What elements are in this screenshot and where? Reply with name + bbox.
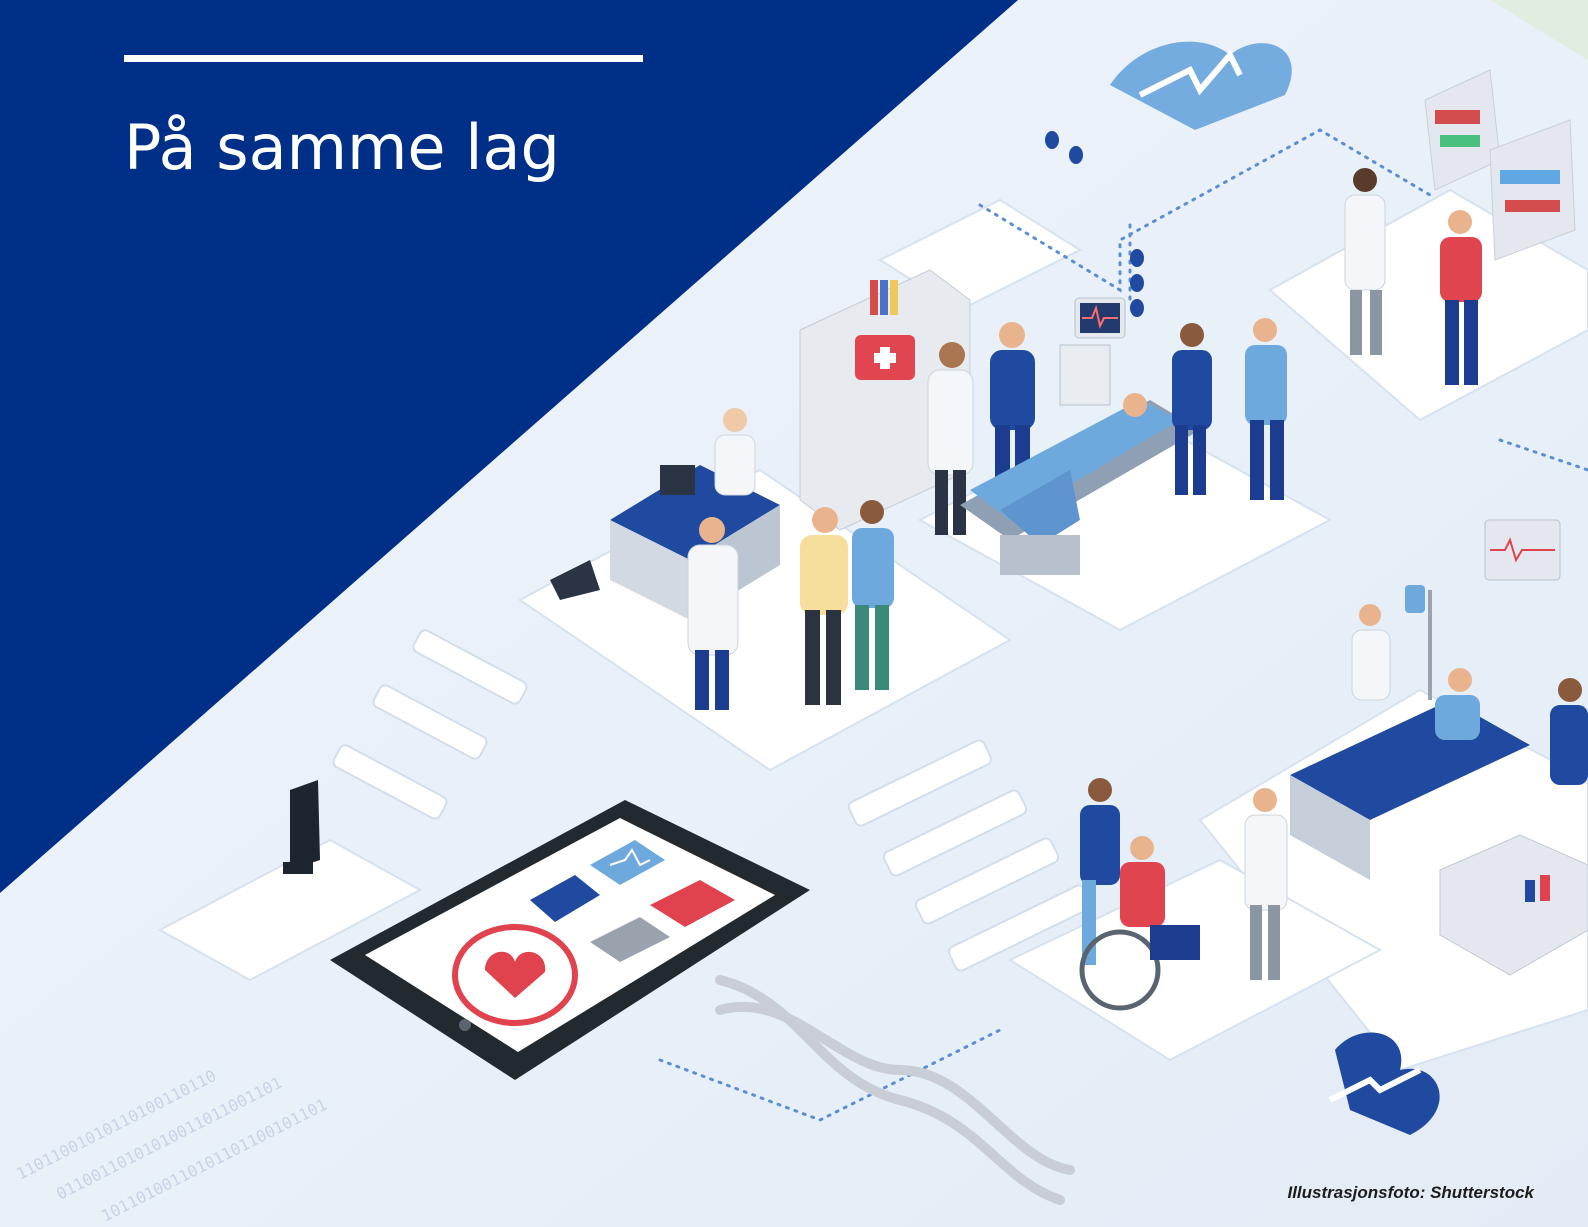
title-rule bbox=[124, 55, 643, 62]
photo-credit: Illustrasjonsfoto: Shutterstock bbox=[1287, 1183, 1534, 1202]
healthcare-illustration: 01100110101010011011001101 1011010011010… bbox=[0, 0, 1588, 1227]
cover-title: På samme lag bbox=[124, 111, 560, 184]
